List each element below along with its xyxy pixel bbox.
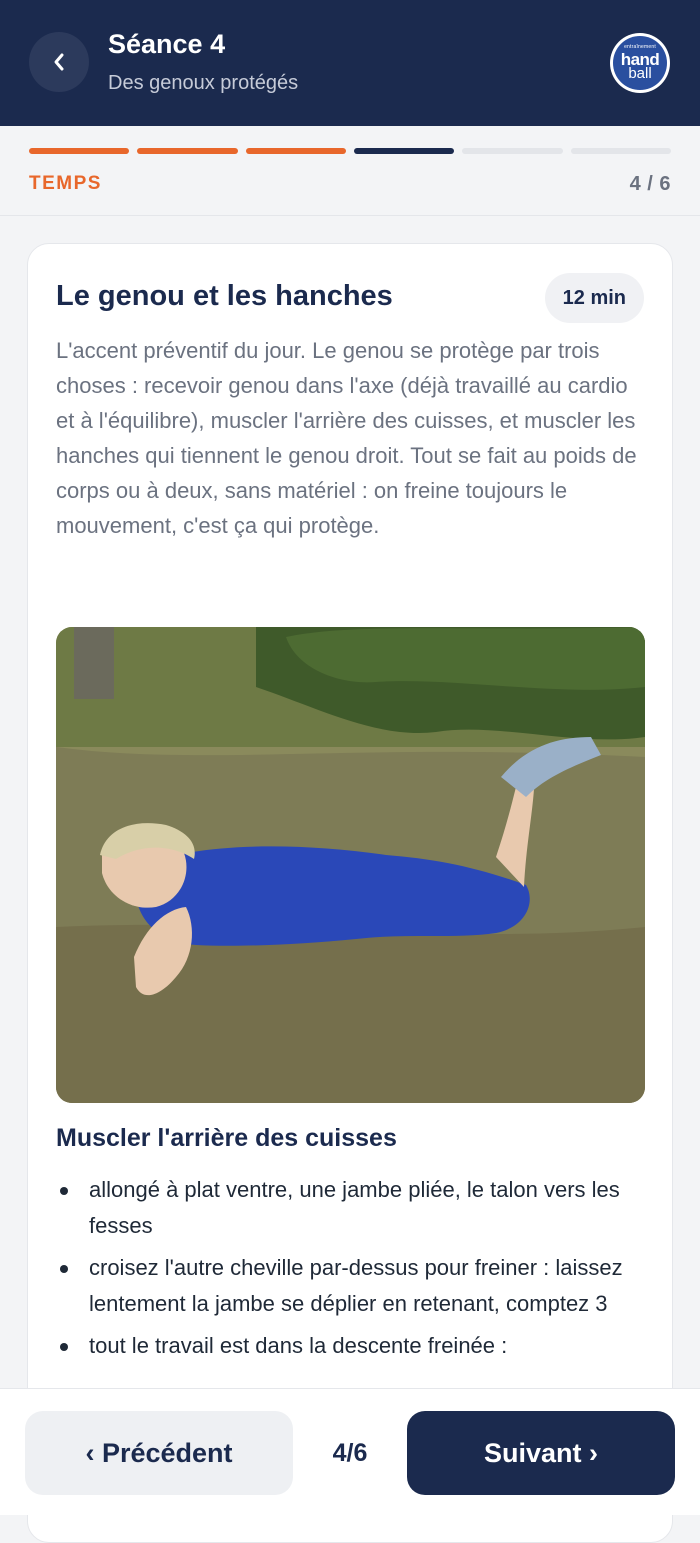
- logo-badge: entraînement hand ball: [613, 36, 667, 90]
- session-subtitle: Des genoux protégés: [108, 72, 299, 94]
- exercise-intro: L'accent préventif du jour. Le genou se …: [56, 338, 637, 538]
- back-button[interactable]: [29, 32, 89, 92]
- previous-button[interactable]: ‹ Précédent: [25, 1411, 293, 1495]
- step-label: TEMPS: [29, 173, 102, 194]
- list-item: tout le travail est dans la descente fre…: [56, 1328, 656, 1364]
- footer-step-count: 4/6: [332, 1438, 368, 1467]
- app-header: Séance 4 Des genoux protégés entraînemen…: [0, 0, 700, 126]
- exercise-photo: [56, 627, 645, 1103]
- handball-logo: entraînement hand ball: [610, 33, 670, 93]
- logo-word-ball: ball: [628, 65, 652, 82]
- progress-segment-5: [462, 148, 563, 154]
- chevron-left-icon: [54, 53, 64, 71]
- next-button[interactable]: Suivant ›: [407, 1411, 675, 1495]
- instruction-list: allongé à plat ventre, une jambe pliée, …: [56, 1172, 656, 1370]
- session-title: Séance 4: [108, 29, 226, 59]
- exercise-card: Le genou et les hanches 12 min L'accent …: [27, 243, 673, 1543]
- progress-segment-4: [353, 148, 455, 154]
- duration-badge: 12 min: [544, 273, 644, 323]
- list-item: allongé à plat ventre, une jambe pliée, …: [56, 1172, 656, 1244]
- step-count: 4 / 6: [629, 173, 671, 195]
- progress-segments: [29, 148, 671, 154]
- navigation-footer: ‹ Précédent 4/6 Suivant ›: [0, 1388, 700, 1515]
- progress-segment-3: [245, 148, 346, 154]
- progress-segment-1: [29, 148, 130, 154]
- progress-segment-2: [137, 148, 238, 154]
- exercise-title: Le genou et les hanches: [56, 280, 393, 312]
- step-progress: TEMPS 4 / 6: [0, 126, 700, 216]
- list-item: croisez l'autre cheville par-dessus pour…: [56, 1250, 656, 1322]
- progress-segment-6: [570, 148, 671, 154]
- section-title: Muscler l'arrière des cuisses: [56, 1124, 397, 1152]
